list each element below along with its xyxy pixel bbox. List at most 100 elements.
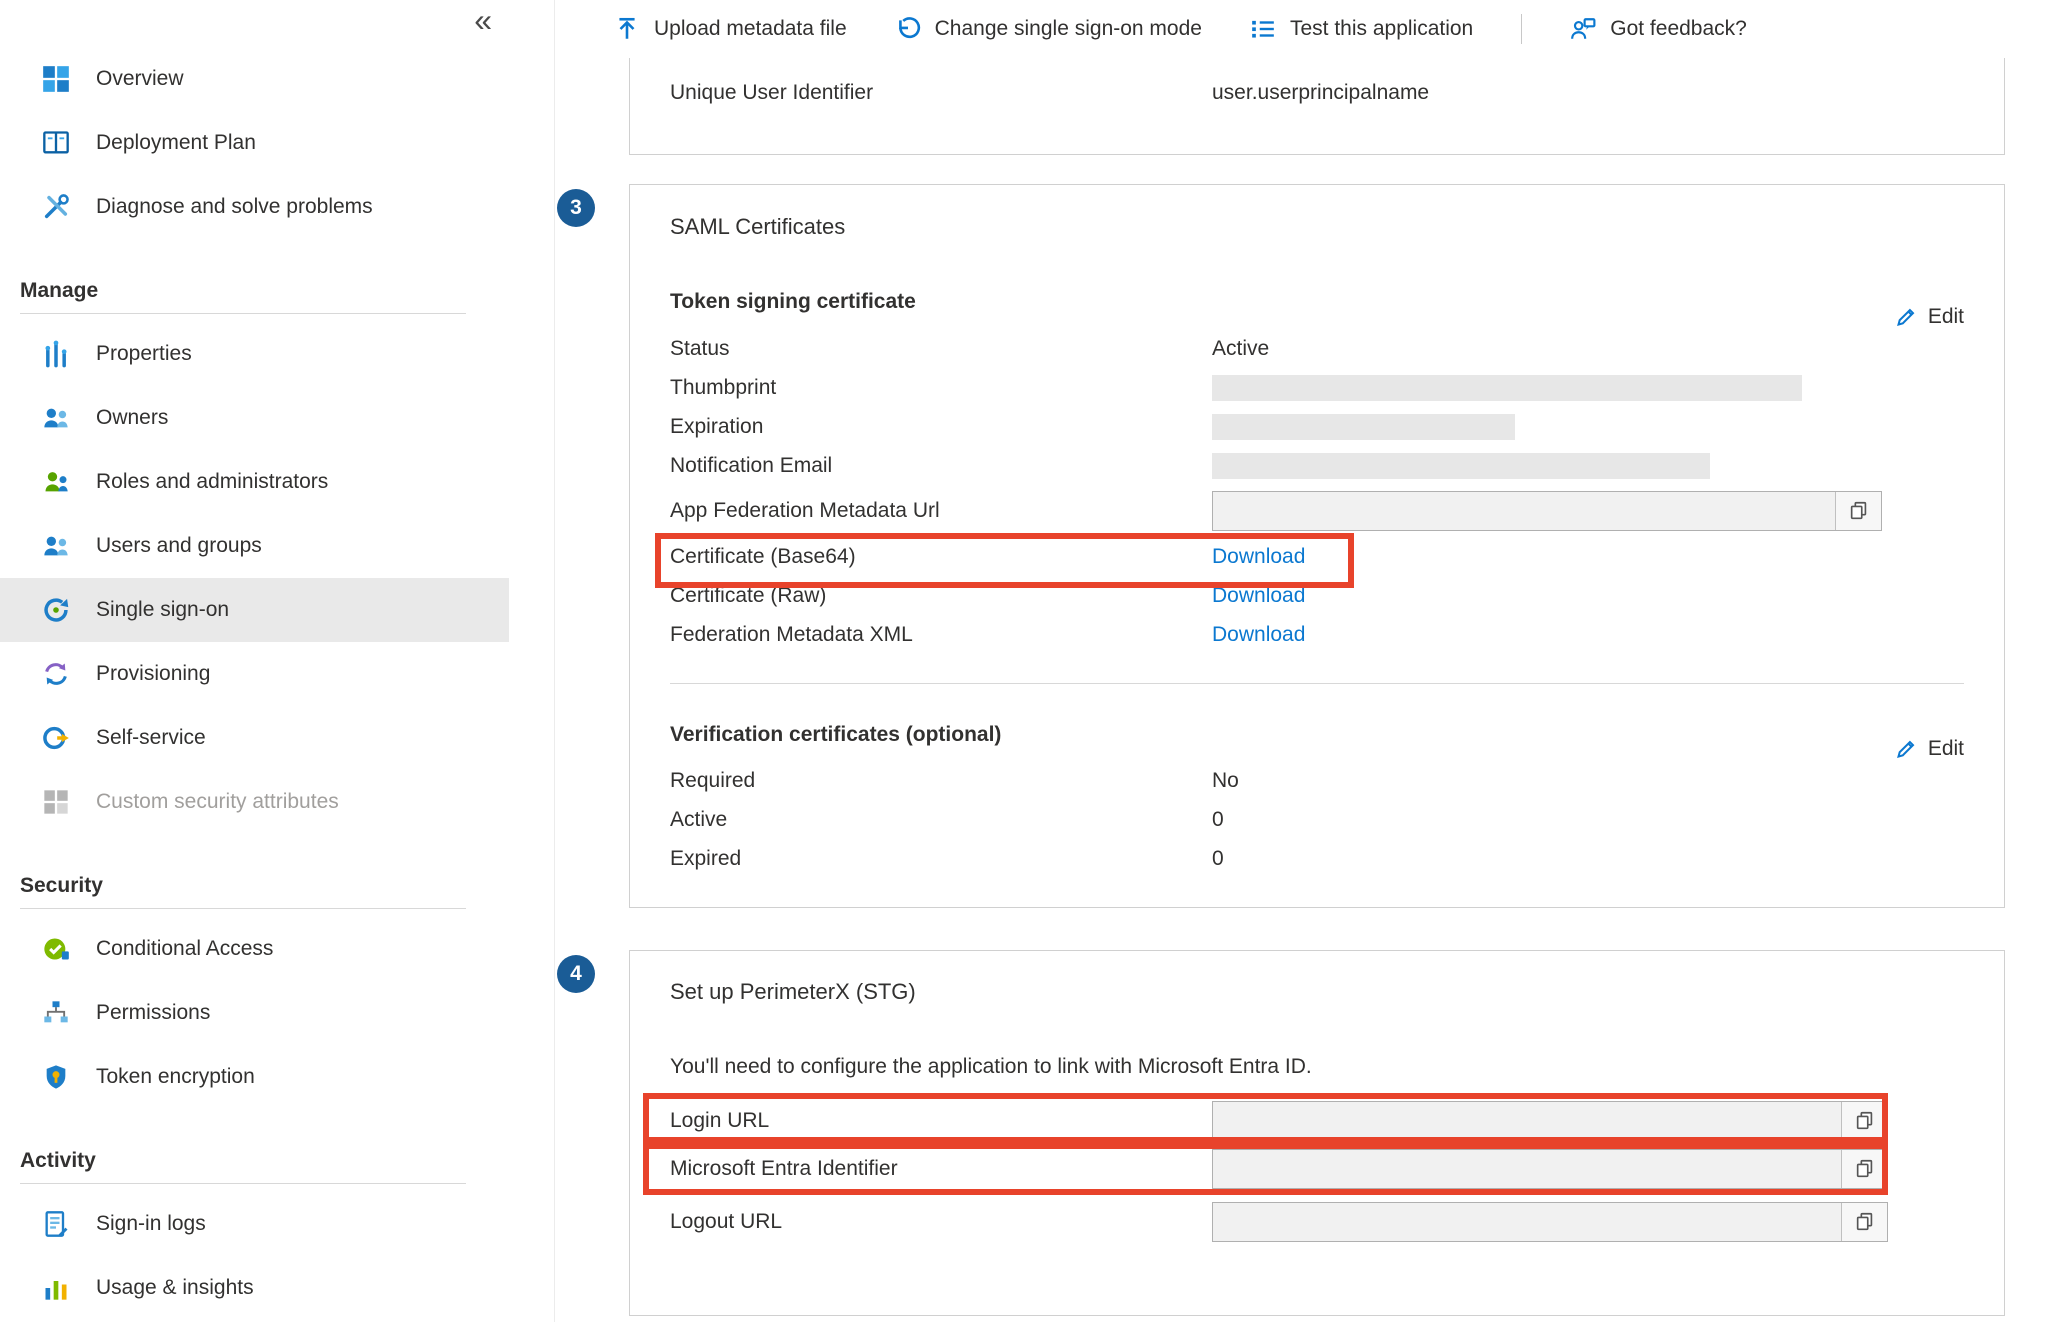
row-label: Logout URL [670,1210,1212,1234]
edit-label: Edit [1928,737,1964,761]
row-label: Status [670,337,1212,361]
toolbar-label: Upload metadata file [654,17,847,41]
sidebar-item-overview[interactable]: Overview [0,47,509,111]
row-label: Login URL [670,1109,1212,1133]
upload-metadata-file-button[interactable]: Upload metadata file [614,16,847,42]
pencil-icon [1894,305,1918,329]
command-bar: Upload metadata file Change single sign-… [556,0,2064,58]
redacted-thumbprint-value [1212,375,1802,401]
sidebar-item-self-service[interactable]: Self-service [0,706,509,770]
sidebar-item-label: Sign-in logs [96,1212,206,1236]
book-icon [42,129,70,157]
redacted-expiration-value [1212,414,1515,440]
got-feedback-button[interactable]: Got feedback? [1570,16,1747,42]
conditional-access-icon [42,935,70,963]
entra-identifier-field[interactable] [1212,1149,1888,1189]
federation-metadata-xml-row: Federation Metadata XML Download [670,615,1964,654]
copy-button[interactable] [1841,1150,1887,1188]
overview-grid-icon [42,65,70,93]
sidebar-item-label: Permissions [96,1001,210,1025]
sidebar-item-users-groups[interactable]: Users and groups [0,514,509,578]
sidebar-item-custom-security-attributes[interactable]: Custom security attributes [0,770,509,834]
sidebar-item-token-encryption[interactable]: Token encryption [0,1045,509,1109]
row-label: Certificate (Base64) [670,545,1212,569]
sidebar-item-single-sign-on[interactable]: Single sign-on [0,578,509,642]
attribute-value: user.userprincipalname [1212,81,1964,105]
row-label: Certificate (Raw) [670,584,1212,608]
sidebar-item-provisioning[interactable]: Provisioning [0,642,509,706]
toolbar-label: Got feedback? [1610,17,1747,41]
row-label: Required [670,769,1212,793]
download-raw-link[interactable]: Download [1212,584,1305,608]
copy-button[interactable] [1841,1102,1887,1140]
sidebar-item-permissions[interactable]: Permissions [0,981,509,1045]
certificate-raw-row: Certificate (Raw) Download [670,576,1964,615]
metadata-url-field[interactable] [1212,491,1882,531]
edit-label: Edit [1928,305,1964,329]
saml-card-title: SAML Certificates [670,213,1964,241]
provisioning-sync-icon [42,660,70,688]
sidebar-item-usage-insights[interactable]: Usage & insights [0,1256,509,1320]
sidebar-item-label: Properties [96,342,192,366]
expiration-row: Expiration [670,407,1964,446]
sidebar-nav: Overview Deployment Plan Diagnose and so… [0,0,554,1320]
sidebar-item-conditional-access[interactable]: Conditional Access [0,917,509,981]
sidebar-item-label: Owners [96,406,168,430]
logout-url-field[interactable] [1212,1202,1888,1242]
edit-token-signing-button[interactable]: Edit [1894,305,1964,329]
sidebar-item-label: Users and groups [96,534,262,558]
sidebar-section-security: Security [20,874,554,898]
attributes-card: Unique User Identifier user.userprincipa… [629,58,2005,155]
download-base64-link[interactable]: Download [1212,545,1305,569]
active-count-row: Active 0 [670,800,1964,839]
sidebar-item-label: Provisioning [96,662,210,686]
card-divider [670,683,1964,684]
step-3-badge: 3 [557,189,595,227]
sidebar-item-roles-administrators[interactable]: Roles and administrators [0,450,509,514]
row-label: Active [670,808,1212,832]
copy-button[interactable] [1841,1203,1887,1241]
toolbar-label: Test this application [1290,17,1473,41]
entra-identifier-row: Microsoft Entra Identifier [670,1149,1966,1189]
sidebar-item-label: Token encryption [96,1065,255,1089]
sidebar-item-label: Single sign-on [96,598,229,622]
row-label: Thumbprint [670,376,1212,400]
row-label: Microsoft Entra Identifier [670,1157,1212,1181]
sidebar-item-diagnose[interactable]: Diagnose and solve problems [0,175,509,239]
sidebar-item-deployment-plan[interactable]: Deployment Plan [0,111,509,175]
copy-button[interactable] [1835,492,1881,530]
shield-icon [42,1063,70,1091]
checklist-icon [1250,16,1276,42]
sidebar-item-label: Overview [96,67,184,91]
users-icon [42,532,70,560]
sidebar-item-sign-in-logs[interactable]: Sign-in logs [0,1192,509,1256]
sidebar-item-label: Self-service [96,726,206,750]
login-url-row: Login URL [670,1101,1966,1141]
pencil-icon [1894,737,1918,761]
permissions-orgchart-icon [42,999,70,1027]
document-log-icon [42,1210,70,1238]
status-value: Active [1212,337,1964,361]
sidebar-item-properties[interactable]: Properties [0,322,509,386]
undo-arrow-icon [895,16,921,42]
test-application-button[interactable]: Test this application [1250,16,1473,42]
attribute-row: Unique User Identifier user.userprincipa… [670,73,1964,113]
status-row: Status Active [670,329,1964,368]
change-sso-mode-button[interactable]: Change single sign-on mode [895,16,1202,42]
tools-icon [42,193,70,221]
required-row: Required No [670,761,1964,800]
sidebar: « Overview Deployment Plan Diagnose and … [0,0,555,1322]
app-federation-metadata-url-row: App Federation Metadata Url [670,485,1964,537]
step-4-badge: 4 [557,955,595,993]
login-url-field[interactable] [1212,1101,1888,1141]
edit-verification-button[interactable]: Edit [1894,737,1964,761]
sidebar-item-owners[interactable]: Owners [0,386,509,450]
collapse-sidebar-button[interactable]: « [474,4,492,36]
upload-icon [614,16,640,42]
attribute-label: Unique User Identifier [670,81,1212,105]
setup-card-title: Set up PerimeterX (STG) [670,979,916,1005]
expired-count-value: 0 [1212,847,1964,871]
download-xml-link[interactable]: Download [1212,623,1305,647]
single-sign-on-icon [42,596,70,624]
thumbprint-row: Thumbprint [670,368,1964,407]
